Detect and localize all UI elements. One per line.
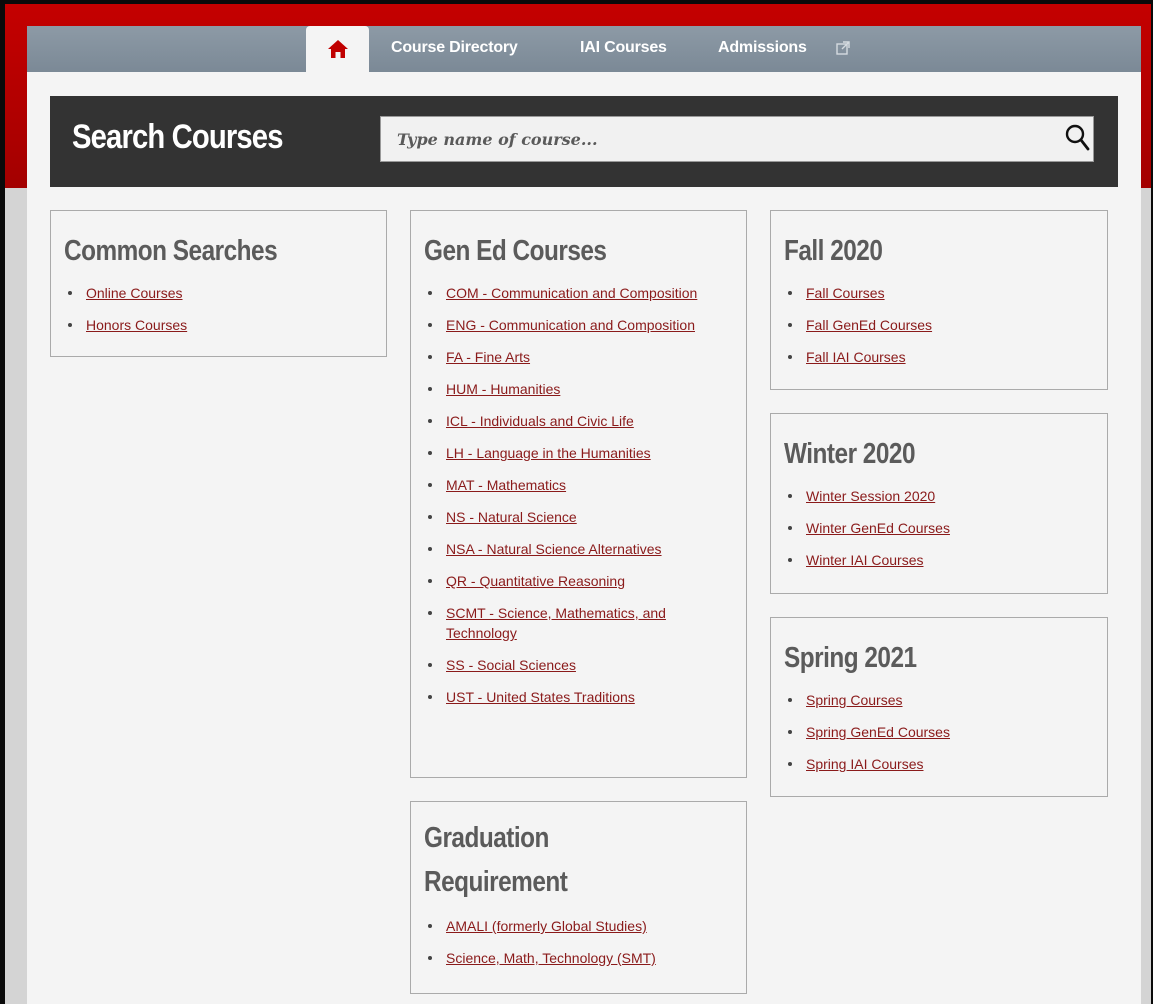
heading-line: Graduation [424,822,549,854]
fall-2020-heading: Fall 2020 [784,235,883,267]
nav-home-tab[interactable] [306,26,369,72]
graduation-requirement-heading: Graduation Requirement [424,816,568,904]
link-fall-gened[interactable]: Fall GenEd Courses [806,317,932,333]
link-honors-courses[interactable]: Honors Courses [86,317,187,333]
graduation-requirement-list: AMALI (formerly Global Studies) Science,… [411,916,656,980]
fall-2020-panel: Fall 2020 Fall Courses Fall GenEd Course… [770,210,1108,390]
page-container: Course Directory IAI Courses Admissions … [27,26,1141,1004]
winter-2020-list: Winter Session 2020 Winter GenEd Courses… [771,486,950,582]
list-item: Online Courses [51,283,187,303]
link-gened-ns[interactable]: NS - Natural Science [446,509,577,525]
spring-2021-list: Spring Courses Spring GenEd Courses Spri… [771,690,950,786]
link-gened-icl[interactable]: ICL - Individuals and Civic Life [446,413,634,429]
list-item: Fall Courses [771,283,932,303]
nav-course-directory[interactable]: Course Directory [391,39,518,57]
list-item: UST - United States Traditions [411,687,711,707]
link-gened-mat[interactable]: MAT - Mathematics [446,477,566,493]
link-gened-hum[interactable]: HUM - Humanities [446,381,560,397]
nav-admissions[interactable]: Admissions [718,39,807,57]
link-gened-qr[interactable]: QR - Quantitative Reasoning [446,573,625,589]
list-item: NS - Natural Science [411,507,711,527]
link-winter-gened[interactable]: Winter GenEd Courses [806,520,950,536]
list-item: Spring Courses [771,690,950,710]
list-item: FA - Fine Arts [411,347,711,367]
list-item: LH - Language in the Humanities [411,443,711,463]
common-searches-list: Online Courses Honors Courses [51,283,187,347]
link-fall-iai[interactable]: Fall IAI Courses [806,349,906,365]
search-bar: Search Courses [50,96,1118,187]
list-item: Spring IAI Courses [771,754,950,774]
heading-line: Requirement [424,866,568,898]
link-amali[interactable]: AMALI (formerly Global Studies) [446,918,647,934]
list-item: ICL - Individuals and Civic Life [411,411,711,431]
list-item: SCMT - Science, Mathematics, and Technol… [411,603,711,643]
link-gened-ust[interactable]: UST - United States Traditions [446,689,635,705]
link-winter-session[interactable]: Winter Session 2020 [806,488,935,504]
home-icon [327,40,348,58]
list-item: Honors Courses [51,315,187,335]
list-item: HUM - Humanities [411,379,711,399]
list-item: NSA - Natural Science Alternatives [411,539,711,559]
external-link-icon [836,41,850,55]
fall-2020-list: Fall Courses Fall GenEd Courses Fall IAI… [771,283,932,379]
list-item: Winter IAI Courses [771,550,950,570]
search-title: Search Courses [72,118,283,156]
list-item: QR - Quantitative Reasoning [411,571,711,591]
course-search-input[interactable] [380,116,1094,162]
top-navbar: Course Directory IAI Courses Admissions [27,26,1141,72]
list-item: ENG - Communication and Composition [411,315,711,335]
graduation-requirement-panel: Graduation Requirement AMALI (formerly G… [410,801,747,994]
list-item: MAT - Mathematics [411,475,711,495]
list-item: Science, Math, Technology (SMT) [411,948,656,968]
link-spring-iai[interactable]: Spring IAI Courses [806,756,924,772]
link-fall-courses[interactable]: Fall Courses [806,285,885,301]
link-gened-scmt[interactable]: SCMT - Science, Mathematics, and Technol… [446,605,666,641]
common-searches-heading: Common Searches [64,235,278,267]
list-item: Fall GenEd Courses [771,315,932,335]
link-spring-gened[interactable]: Spring GenEd Courses [806,724,950,740]
spring-2021-heading: Spring 2021 [784,642,917,674]
link-spring-courses[interactable]: Spring Courses [806,692,903,708]
list-item: Spring GenEd Courses [771,722,950,742]
link-gened-fa[interactable]: FA - Fine Arts [446,349,530,365]
link-gened-eng[interactable]: ENG - Communication and Composition [446,317,695,333]
list-item: COM - Communication and Composition [411,283,711,303]
list-item: Fall IAI Courses [771,347,932,367]
list-item: Winter Session 2020 [771,486,950,506]
link-gened-nsa[interactable]: NSA - Natural Science Alternatives [446,541,662,557]
list-item: SS - Social Sciences [411,655,711,675]
link-smt[interactable]: Science, Math, Technology (SMT) [446,950,656,966]
link-gened-lh[interactable]: LH - Language in the Humanities [446,445,651,461]
list-item: Winter GenEd Courses [771,518,950,538]
search-icon[interactable] [1065,124,1091,152]
gened-courses-list: COM - Communication and Composition ENG … [411,283,711,719]
gened-courses-panel: Gen Ed Courses COM - Communication and C… [410,210,747,778]
winter-2020-heading: Winter 2020 [784,438,915,470]
link-winter-iai[interactable]: Winter IAI Courses [806,552,923,568]
spring-2021-panel: Spring 2021 Spring Courses Spring GenEd … [770,617,1108,797]
link-gened-ss[interactable]: SS - Social Sciences [446,657,576,673]
link-online-courses[interactable]: Online Courses [86,285,183,301]
winter-2020-panel: Winter 2020 Winter Session 2020 Winter G… [770,413,1108,594]
nav-iai-courses[interactable]: IAI Courses [580,39,667,57]
list-item: AMALI (formerly Global Studies) [411,916,656,936]
gened-courses-heading: Gen Ed Courses [424,235,607,267]
common-searches-panel: Common Searches Online Courses Honors Co… [50,210,387,357]
link-gened-com[interactable]: COM - Communication and Composition [446,285,697,301]
